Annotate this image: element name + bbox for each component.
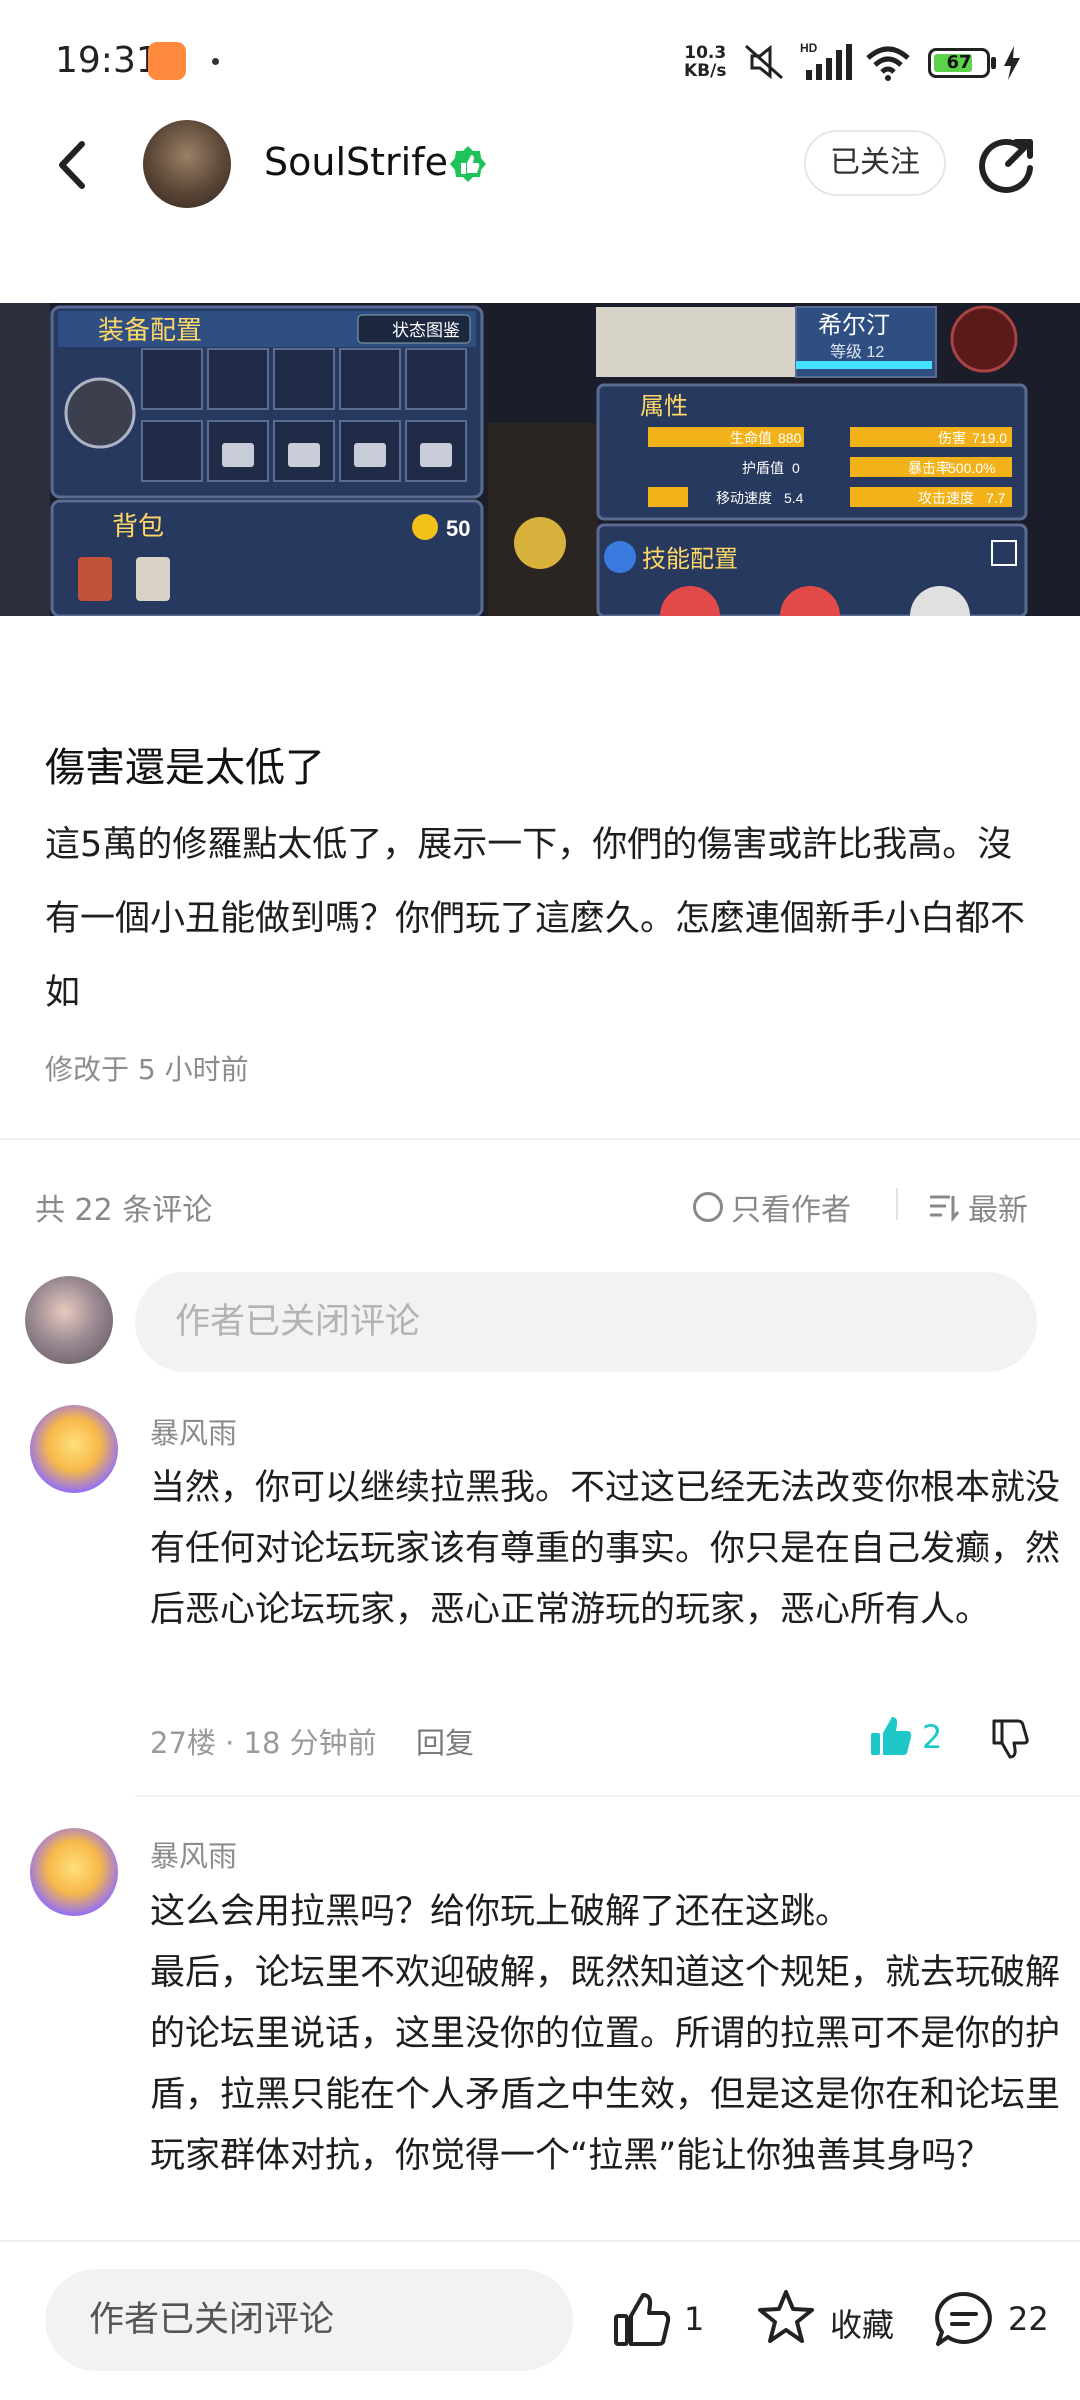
radio-circle-icon (693, 1192, 723, 1222)
notification-app-icon (148, 42, 186, 80)
thumbs-down-icon[interactable] (988, 1715, 1034, 1761)
battery-level: 67 (946, 52, 972, 73)
comment-count: 共 22 条评论 (35, 1193, 213, 1228)
post-header: SoulStrife 已关注 (0, 110, 1080, 220)
hero-name: 希尔汀 (818, 312, 890, 339)
network-speed-unit: KB/s (684, 61, 727, 81)
sort-icon (930, 1195, 960, 1222)
attributes-title: 属性 (640, 393, 688, 420)
comment-total: 22 (1008, 2300, 1049, 2338)
battery-tip (991, 57, 996, 69)
weapon-slot-icon (64, 377, 136, 449)
author-avatar[interactable] (143, 120, 231, 208)
comment-text: 当然，你可以继续拉黑我。不过这已经无法改变你根本就没有任何对论坛玩家该有尊重的事… (150, 1468, 1061, 1630)
signal-icon: HD (800, 41, 852, 80)
commenter-avatar[interactable] (30, 1405, 118, 1493)
equip-panel-title: 装备配置 (98, 315, 202, 345)
post-body: 這5萬的修羅點太低了，展示一下，你們的傷害或許比我高。沒有一個小丑能做到嗎？你們… (45, 825, 1026, 1013)
commenter-avatar[interactable] (30, 1828, 118, 1916)
network-speed-value: 10.3 (684, 43, 727, 63)
svg-text:HD: HD (800, 41, 818, 55)
stat-move: 5.4 (784, 490, 804, 506)
author-only-label: 只看作者 (731, 1193, 851, 1228)
bottom-comment-input[interactable]: 作者已关闭评论 (45, 2269, 573, 2371)
my-avatar (25, 1276, 113, 1364)
stat-atkspeed-label: 攻击速度 (918, 490, 974, 506)
stat-move-label: 移动速度 (716, 490, 772, 506)
stat-atkspeed: 7.7 (986, 490, 1006, 506)
network-speed: 10.3 KB/s (684, 44, 726, 80)
mute-icon (745, 44, 783, 80)
share-icon[interactable] (978, 134, 1038, 194)
follow-button[interactable]: 已关注 (804, 130, 946, 196)
notification-dot-icon (212, 58, 219, 65)
comment-text: 这么会用拉黑吗？给你玩上破解了还在这跳。 最后，论坛里不欢迎破解，既然知道这个规… (150, 1892, 1061, 2176)
skills-title: 技能配置 (642, 546, 738, 573)
star-icon[interactable] (756, 2288, 816, 2348)
hero-level: 等级 12 (830, 343, 884, 361)
divider (0, 1138, 1080, 1140)
post-title: 傷害還是太低了 (45, 745, 325, 791)
charging-icon (1004, 46, 1020, 80)
like-icon[interactable] (612, 2290, 672, 2350)
stat-armor: 0 (792, 460, 800, 476)
status-time: 19:31 (55, 40, 159, 81)
stat-armor-label: 护盾值 (742, 460, 784, 476)
coin-count: 50 (446, 516, 470, 541)
status-bar: 19:31 10.3 KB/s HD 67 (0, 0, 1080, 120)
author-only-toggle[interactable]: 只看作者 (693, 1185, 851, 1229)
wifi-icon (866, 46, 910, 81)
verified-badge-icon (450, 146, 486, 182)
back-arrow-icon[interactable] (52, 140, 92, 190)
like-count: 2 (922, 1718, 943, 1756)
post-like-count: 1 (684, 2300, 705, 2338)
battery-icon: 67 (928, 48, 990, 78)
stat-crit-label: 暴击率 (908, 460, 950, 476)
divider (135, 1795, 1080, 1797)
comment-input[interactable]: 作者已关闭评论 (135, 1272, 1037, 1372)
stat-damage-label: 伤害 (938, 430, 966, 446)
reply-button[interactable]: 回复 (416, 1720, 474, 1762)
sort-label: 最新 (968, 1193, 1028, 1228)
post-image[interactable]: 装备配置 状态图鉴 背包 50 希尔汀 等级 12 属性 生命值 880 伤害 … (0, 303, 1080, 616)
commenter-name[interactable]: 暴风雨 (150, 1833, 237, 1875)
commenter-name[interactable]: 暴风雨 (150, 1410, 237, 1452)
thumbs-up-icon[interactable] (868, 1713, 914, 1759)
status-tab-label: 状态图鉴 (392, 321, 460, 340)
stat-hp: 880 (778, 430, 802, 446)
bag-title: 背包 (112, 511, 164, 541)
post-edit-time: 修改于 5 小时前 (45, 1053, 249, 1086)
stat-damage: 719.0 (972, 430, 1007, 446)
bottom-action-bar: 作者已关闭评论 1 收藏 22 (0, 2240, 1080, 2400)
comment-bubble-icon[interactable] (934, 2290, 994, 2350)
favorite-label[interactable]: 收藏 (830, 2300, 894, 2346)
stat-crit: 500.0% (948, 460, 995, 476)
sort-button[interactable]: 最新 (928, 1185, 1028, 1229)
divider (896, 1188, 898, 1220)
author-name[interactable]: SoulStrife (264, 140, 448, 184)
stat-hp-label: 生命值 (730, 430, 772, 446)
comment-floor-time: 27楼 · 18 分钟前 (150, 1726, 377, 1760)
